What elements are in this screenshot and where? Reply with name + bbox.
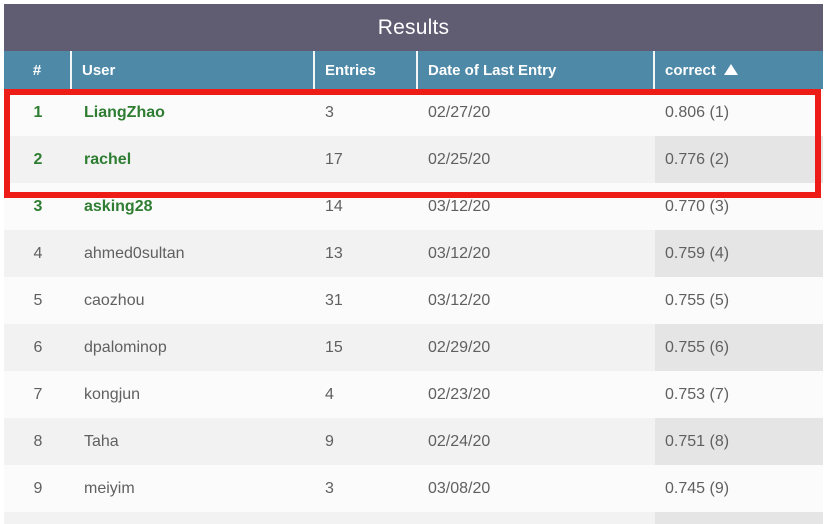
cell-date: 03/08/20 [418, 465, 655, 512]
cell-user[interactable]: Taha [72, 418, 315, 465]
cell-correct: 0.770 (3) [655, 183, 823, 230]
cell-correct: 0.806 (1) [655, 89, 823, 136]
cell-rank: 7 [4, 371, 72, 418]
column-header-entries[interactable]: Entries [315, 51, 418, 89]
cell-correct: 0.776 (2) [655, 136, 823, 183]
cell-entries: 3 [315, 465, 418, 512]
panel-title: Results [4, 4, 823, 51]
table-row[interactable]: 2 rachel 17 02/25/20 0.776 (2) [4, 136, 823, 183]
sort-ascending-icon[interactable] [724, 64, 738, 75]
column-header-rank-label: # [33, 62, 41, 79]
cell-user[interactable]: LiangZhao [72, 89, 315, 136]
cell-user[interactable]: dpalominop [72, 324, 315, 371]
cell-rank: 4 [4, 230, 72, 277]
cell-rank: 9 [4, 465, 72, 512]
leaderboard-rows: 1 LiangZhao 3 02/27/20 0.806 (1) 2 rache… [4, 89, 823, 524]
cell-user[interactable]: asking28 [72, 183, 315, 230]
leaderboard-panel: Results # User Entries Date of Last Entr… [4, 4, 823, 524]
table-row[interactable]: 9 meiyim 3 03/08/20 0.745 (9) [4, 465, 823, 512]
cell-entries: 17 [315, 136, 418, 183]
table-row[interactable]: 1 LiangZhao 3 02/27/20 0.806 (1) [4, 89, 823, 136]
column-header-rank[interactable]: # [4, 51, 72, 89]
column-header-correct[interactable]: correct [655, 51, 823, 89]
table-row[interactable]: 5 caozhou 31 03/12/20 0.755 (5) [4, 277, 823, 324]
cell-user[interactable]: caozhou [72, 277, 315, 324]
cell-entries: 3 [315, 89, 418, 136]
cell-user[interactable]: ahmed0sultan [72, 230, 315, 277]
cell-date: 03/12/20 [418, 183, 655, 230]
cell-date: 02/27/20 [418, 89, 655, 136]
cell-entries: 1 [315, 512, 418, 524]
column-header-date[interactable]: Date of Last Entry [418, 51, 655, 89]
cell-rank: 1 [4, 89, 72, 136]
cell-rank: 10 [4, 512, 72, 524]
cell-entries: 13 [315, 230, 418, 277]
cell-user[interactable]: Lavinia_Ap [72, 512, 315, 524]
table-row[interactable]: 4 ahmed0sultan 13 03/12/20 0.759 (4) [4, 230, 823, 277]
table-row[interactable]: 6 dpalominop 15 02/29/20 0.755 (6) [4, 324, 823, 371]
table-row[interactable]: 3 asking28 14 03/12/20 0.770 (3) [4, 183, 823, 230]
cell-user[interactable]: meiyim [72, 465, 315, 512]
cell-rank: 6 [4, 324, 72, 371]
table-header-row: # User Entries Date of Last Entry correc… [4, 51, 823, 89]
table-row[interactable]: 7 kongjun 4 02/23/20 0.753 (7) [4, 371, 823, 418]
cell-date: 02/29/20 [418, 512, 655, 524]
cell-correct: 0.744 (10) [655, 512, 823, 524]
column-header-correct-label: correct [665, 62, 716, 79]
column-header-date-label: Date of Last Entry [428, 62, 556, 79]
cell-entries: 4 [315, 371, 418, 418]
table-row[interactable]: 8 Taha 9 02/24/20 0.751 (8) [4, 418, 823, 465]
cell-date: 02/29/20 [418, 324, 655, 371]
column-header-user[interactable]: User [72, 51, 315, 89]
column-header-entries-label: Entries [325, 62, 376, 79]
cell-correct: 0.745 (9) [655, 465, 823, 512]
cell-correct: 0.751 (8) [655, 418, 823, 465]
cell-user[interactable]: rachel [72, 136, 315, 183]
cell-date: 02/24/20 [418, 418, 655, 465]
cell-correct: 0.755 (5) [655, 277, 823, 324]
column-header-user-label: User [82, 62, 115, 79]
cell-entries: 9 [315, 418, 418, 465]
cell-rank: 2 [4, 136, 72, 183]
cell-user[interactable]: kongjun [72, 371, 315, 418]
cell-entries: 31 [315, 277, 418, 324]
cell-date: 03/12/20 [418, 230, 655, 277]
cell-rank: 5 [4, 277, 72, 324]
cell-entries: 14 [315, 183, 418, 230]
cell-date: 02/23/20 [418, 371, 655, 418]
cell-date: 02/25/20 [418, 136, 655, 183]
cell-rank: 8 [4, 418, 72, 465]
cell-entries: 15 [315, 324, 418, 371]
cell-correct: 0.755 (6) [655, 324, 823, 371]
cell-correct: 0.759 (4) [655, 230, 823, 277]
cell-rank: 3 [4, 183, 72, 230]
cell-date: 03/12/20 [418, 277, 655, 324]
table-row[interactable]: 10 Lavinia_Ap 1 02/29/20 0.744 (10) [4, 512, 823, 524]
cell-correct: 0.753 (7) [655, 371, 823, 418]
